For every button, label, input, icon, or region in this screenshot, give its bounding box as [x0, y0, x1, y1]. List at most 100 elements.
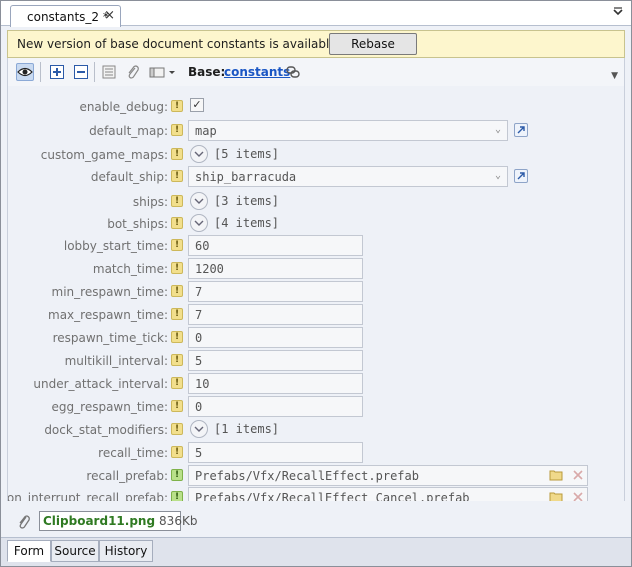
- attachment-file[interactable]: Clipboard11.png 836Kb: [39, 511, 197, 531]
- field-row: respawn_time_tick:! 0: [8, 327, 624, 349]
- field-label: dock_stat_modifiers:: [44, 423, 168, 437]
- field-row: on_interrupt_recall_prefab:! Prefabs/Vfx/…: [8, 487, 624, 501]
- override-marker-icon[interactable]: !: [171, 469, 183, 481]
- override-marker-icon[interactable]: !: [171, 446, 183, 458]
- field-row: ships:! [3 items]: [8, 191, 624, 213]
- field-label: bot_ships:: [107, 217, 168, 231]
- view-tabs: Form Source History: [1, 537, 631, 566]
- expand-list-icon[interactable]: [190, 420, 208, 438]
- field-row: recall_time:! 5: [8, 442, 624, 464]
- chevron-down-icon[interactable]: ⌄: [495, 170, 501, 181]
- eye-icon[interactable]: [16, 63, 34, 81]
- expand-list-icon[interactable]: [190, 192, 208, 210]
- field-label: default_ship:: [90, 170, 168, 184]
- paperclip-icon: [18, 514, 30, 533]
- field-row: max_respawn_time:! 7: [8, 304, 624, 326]
- override-marker-icon[interactable]: !: [171, 491, 183, 501]
- combo-select[interactable]: map ⌄: [188, 120, 508, 141]
- folder-icon[interactable]: [549, 491, 563, 501]
- override-marker-icon[interactable]: !: [171, 308, 183, 320]
- override-marker-icon[interactable]: !: [171, 195, 183, 207]
- combo-value: map: [195, 123, 217, 138]
- override-marker-icon[interactable]: !: [171, 239, 183, 251]
- override-marker-icon[interactable]: !: [171, 423, 183, 435]
- remove-icon[interactable]: [72, 63, 90, 81]
- properties-icon[interactable]: [100, 63, 118, 81]
- open-reference-icon[interactable]: [514, 169, 528, 183]
- override-marker-icon[interactable]: !: [171, 400, 183, 412]
- number-input[interactable]: 0: [188, 327, 363, 348]
- override-marker-icon[interactable]: !: [171, 124, 183, 136]
- paperclip-icon[interactable]: [124, 63, 142, 81]
- field-label: egg_respawn_time:: [51, 400, 168, 414]
- chain-link-icon[interactable]: [284, 63, 302, 81]
- tab-strip: constants_2 * ×: [1, 1, 631, 27]
- field-row: under_attack_interval:! 10: [8, 373, 624, 395]
- field-row: multikill_interval:! 5: [8, 350, 624, 372]
- override-marker-icon[interactable]: !: [171, 170, 183, 182]
- override-marker-icon[interactable]: !: [171, 354, 183, 366]
- attachment-size: 836Kb: [159, 514, 198, 528]
- override-marker-icon[interactable]: !: [171, 100, 183, 112]
- field-row: min_respawn_time:! 7: [8, 281, 624, 303]
- base-label: Base:: [188, 65, 226, 79]
- tab-history[interactable]: History: [99, 540, 153, 562]
- prefab-path-input[interactable]: Prefabs/Vfx/RecallEffect_Cancel.prefab: [188, 487, 588, 501]
- combo-select[interactable]: ship_barracuda ⌄: [188, 166, 508, 187]
- override-marker-icon[interactable]: !: [171, 377, 183, 389]
- field-label: lobby_start_time:: [63, 239, 168, 253]
- field-label: ships:: [132, 195, 168, 209]
- field-row: dock_stat_modifiers:! [1 items]: [8, 419, 624, 441]
- number-input[interactable]: 7: [188, 281, 363, 302]
- toolbar: Base: constants ▼: [7, 58, 625, 86]
- document-window: constants_2 * × New version of base docu…: [0, 0, 632, 567]
- field-label: multikill_interval:: [64, 354, 168, 368]
- number-input[interactable]: 1200: [188, 258, 363, 279]
- override-marker-icon[interactable]: !: [171, 262, 183, 274]
- number-input[interactable]: 10: [188, 373, 363, 394]
- prefab-path-value: Prefabs/Vfx/RecallEffect.prefab: [195, 468, 419, 483]
- tab-form[interactable]: Form: [7, 540, 51, 562]
- override-marker-icon[interactable]: !: [171, 148, 183, 160]
- field-row: lobby_start_time:! 60: [8, 235, 624, 257]
- attachments-bar: Clipboard11.png 836Kb: [7, 509, 625, 533]
- clear-icon[interactable]: [573, 491, 583, 501]
- number-input[interactable]: 0: [188, 396, 363, 417]
- chevron-down-icon[interactable]: [612, 6, 624, 18]
- field-label: respawn_time_tick:: [52, 331, 168, 345]
- prefab-path-value: Prefabs/Vfx/RecallEffect_Cancel.prefab: [195, 490, 470, 502]
- prefab-path-input[interactable]: Prefabs/Vfx/RecallEffect.prefab: [188, 465, 588, 486]
- field-row: egg_respawn_time:! 0: [8, 396, 624, 418]
- add-icon[interactable]: [48, 63, 66, 81]
- number-input[interactable]: 5: [188, 442, 363, 463]
- chevron-down-icon[interactable]: ⌄: [495, 124, 501, 135]
- enable-debug-checkbox[interactable]: ✓: [190, 98, 204, 112]
- expand-list-icon[interactable]: [190, 214, 208, 232]
- base-document-link[interactable]: constants: [224, 65, 290, 79]
- number-input[interactable]: 5: [188, 350, 363, 371]
- field-label: match_time:: [92, 262, 168, 276]
- folder-icon[interactable]: [549, 469, 563, 484]
- toolbar-overflow-icon[interactable]: ▼: [611, 71, 618, 81]
- rebase-button[interactable]: Rebase: [329, 33, 417, 55]
- tab-constants-2[interactable]: constants_2 * ×: [10, 5, 121, 27]
- field-label: under_attack_interval:: [33, 377, 168, 391]
- override-marker-icon[interactable]: !: [171, 331, 183, 343]
- attachment-name: Clipboard11.png: [43, 514, 156, 528]
- list-item-count: [4 items]: [214, 216, 280, 230]
- list-item-count: [5 items]: [214, 147, 280, 161]
- override-marker-icon[interactable]: !: [171, 285, 183, 297]
- number-input[interactable]: 60: [188, 235, 363, 256]
- rebase-notification: New version of base document constants i…: [7, 30, 625, 58]
- field-label: min_respawn_time:: [51, 285, 168, 299]
- path-actions: [549, 469, 583, 484]
- close-icon[interactable]: ×: [104, 8, 115, 23]
- clear-icon[interactable]: [573, 469, 583, 484]
- number-input[interactable]: 7: [188, 304, 363, 325]
- field-label: enable_debug:: [79, 100, 168, 114]
- expand-list-icon[interactable]: [190, 145, 208, 163]
- tab-source[interactable]: Source: [51, 540, 99, 562]
- layout-dropdown-icon[interactable]: [148, 63, 178, 81]
- override-marker-icon[interactable]: !: [171, 217, 183, 229]
- open-reference-icon[interactable]: [514, 123, 528, 137]
